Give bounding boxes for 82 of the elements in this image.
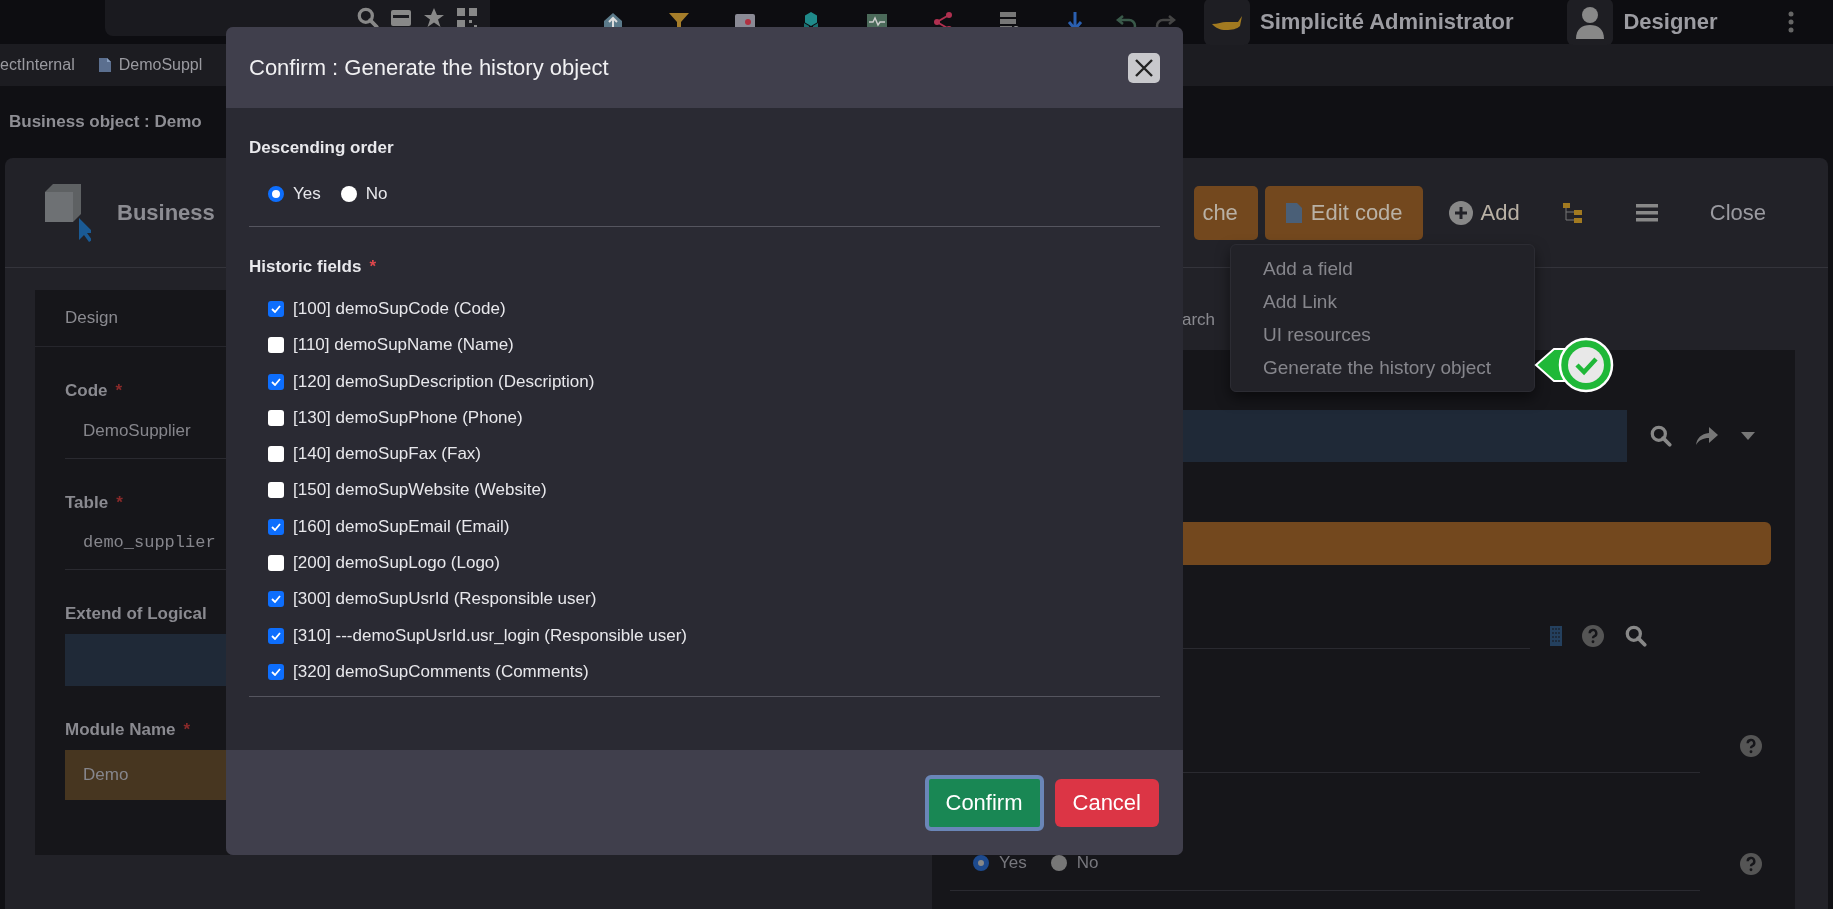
window-icon[interactable] (390, 7, 412, 29)
cancel-button[interactable]: Cancel (1054, 778, 1159, 827)
menu-item[interactable]: Add Link (1231, 285, 1534, 318)
field-label: Descending order (249, 138, 395, 158)
checkbox[interactable] (268, 373, 284, 390)
required-mark: * (369, 257, 377, 277)
kebab-menu-icon[interactable] (1787, 10, 1794, 34)
radio-label: No (365, 184, 388, 204)
dialog-title: Confirm : Generate the history object (249, 54, 609, 81)
checkbox[interactable] (268, 482, 284, 499)
breadcrumb-link[interactable]: DemoSuppl (118, 56, 203, 74)
menu-item[interactable]: UI resources (1231, 318, 1534, 351)
check-icon (271, 667, 281, 676)
checkbox-label: [130] demoSupPhone (Phone) (293, 407, 523, 428)
check-icon (271, 595, 281, 604)
field-label: Code (65, 381, 108, 401)
help-icon[interactable] (1740, 735, 1762, 757)
radio-label: Yes (293, 184, 321, 204)
person-silhouette-icon (1574, 5, 1607, 39)
close-icon (1134, 57, 1154, 78)
tree-icon[interactable] (1561, 201, 1584, 224)
menu-icon[interactable] (1635, 202, 1658, 223)
checkbox-label: [120] demoSupDescription (Description) (293, 371, 595, 392)
add-button[interactable]: Add (1448, 185, 1520, 240)
action-button[interactable]: che (1194, 185, 1258, 240)
app-title: Simplicité Administrator (1260, 9, 1514, 35)
checkbox[interactable] (268, 663, 284, 680)
user-name: Designer (1623, 9, 1718, 35)
checkbox[interactable] (268, 627, 284, 644)
qr-grid-icon[interactable] (456, 7, 478, 29)
menu-item[interactable]: Generate the history object (1231, 351, 1534, 384)
checkbox-label: [310] ---demoSupUsrId.usr_login (Responsible user) (293, 625, 687, 646)
check-icon (271, 522, 281, 531)
search-icon[interactable] (1649, 424, 1673, 448)
checkbox-label: [320] demoSupComments (Comments) (293, 661, 589, 682)
search-icon[interactable] (356, 6, 380, 30)
page-title: Business object : Demo (9, 112, 202, 132)
required-mark: * (183, 720, 191, 740)
radio-button[interactable] (340, 186, 357, 202)
radio-label: No (1076, 853, 1099, 873)
close-link[interactable]: Close (1709, 199, 1766, 226)
checkbox[interactable] (268, 591, 284, 608)
plus-circle-icon (1448, 200, 1473, 225)
object-title: Business (117, 199, 215, 226)
checkbox-label: [300] demoSupUsrId (Responsible user) (293, 589, 597, 610)
cube-cursor-icon (43, 183, 91, 242)
radio-button[interactable] (1050, 855, 1067, 871)
caret-down-icon[interactable] (1741, 432, 1755, 440)
field-label: Historic fields (249, 257, 362, 277)
checkbox[interactable] (268, 518, 284, 535)
checkbox[interactable] (268, 446, 284, 463)
breadcrumb-link[interactable]: ectInternal (0, 56, 75, 74)
checkbox[interactable] (268, 409, 284, 426)
menu-item[interactable]: Add a field (1231, 252, 1534, 285)
check-icon (271, 305, 281, 313)
checkbox[interactable] (268, 301, 284, 317)
checkbox[interactable] (268, 337, 284, 354)
user-avatar[interactable] (1567, 0, 1614, 45)
radio-button[interactable] (973, 855, 989, 871)
close-button[interactable] (1128, 52, 1160, 83)
check-icon (271, 377, 281, 386)
radio-button[interactable] (268, 186, 284, 202)
field-label: Extend of Logical (65, 604, 207, 624)
field-label: Table (65, 493, 109, 513)
help-icon[interactable] (1740, 853, 1762, 875)
checkbox-label: [160] demoSupEmail (Email) (293, 516, 510, 537)
document-icon (1284, 201, 1303, 224)
help-icon[interactable] (1582, 625, 1604, 647)
checkbox[interactable] (268, 555, 284, 572)
lamp-logo[interactable] (1204, 0, 1250, 45)
checkbox-label: [100] demoSupCode (Code) (293, 299, 506, 319)
share-arrow-icon[interactable] (1695, 426, 1719, 446)
search-icon[interactable] (1624, 624, 1648, 648)
checkbox-label: [150] demoSupWebsite (Website) (293, 480, 547, 501)
confirm-button[interactable]: Confirm (924, 774, 1044, 831)
edit-code-button[interactable]: Edit code (1264, 185, 1423, 240)
radio-label: Yes (999, 853, 1027, 873)
checkbox-label: [110] demoSupName (Name) (293, 335, 514, 356)
required-mark: * (115, 381, 123, 401)
field-label: Module Name (65, 720, 176, 740)
required-mark: * (116, 493, 123, 513)
check-icon (271, 631, 281, 640)
